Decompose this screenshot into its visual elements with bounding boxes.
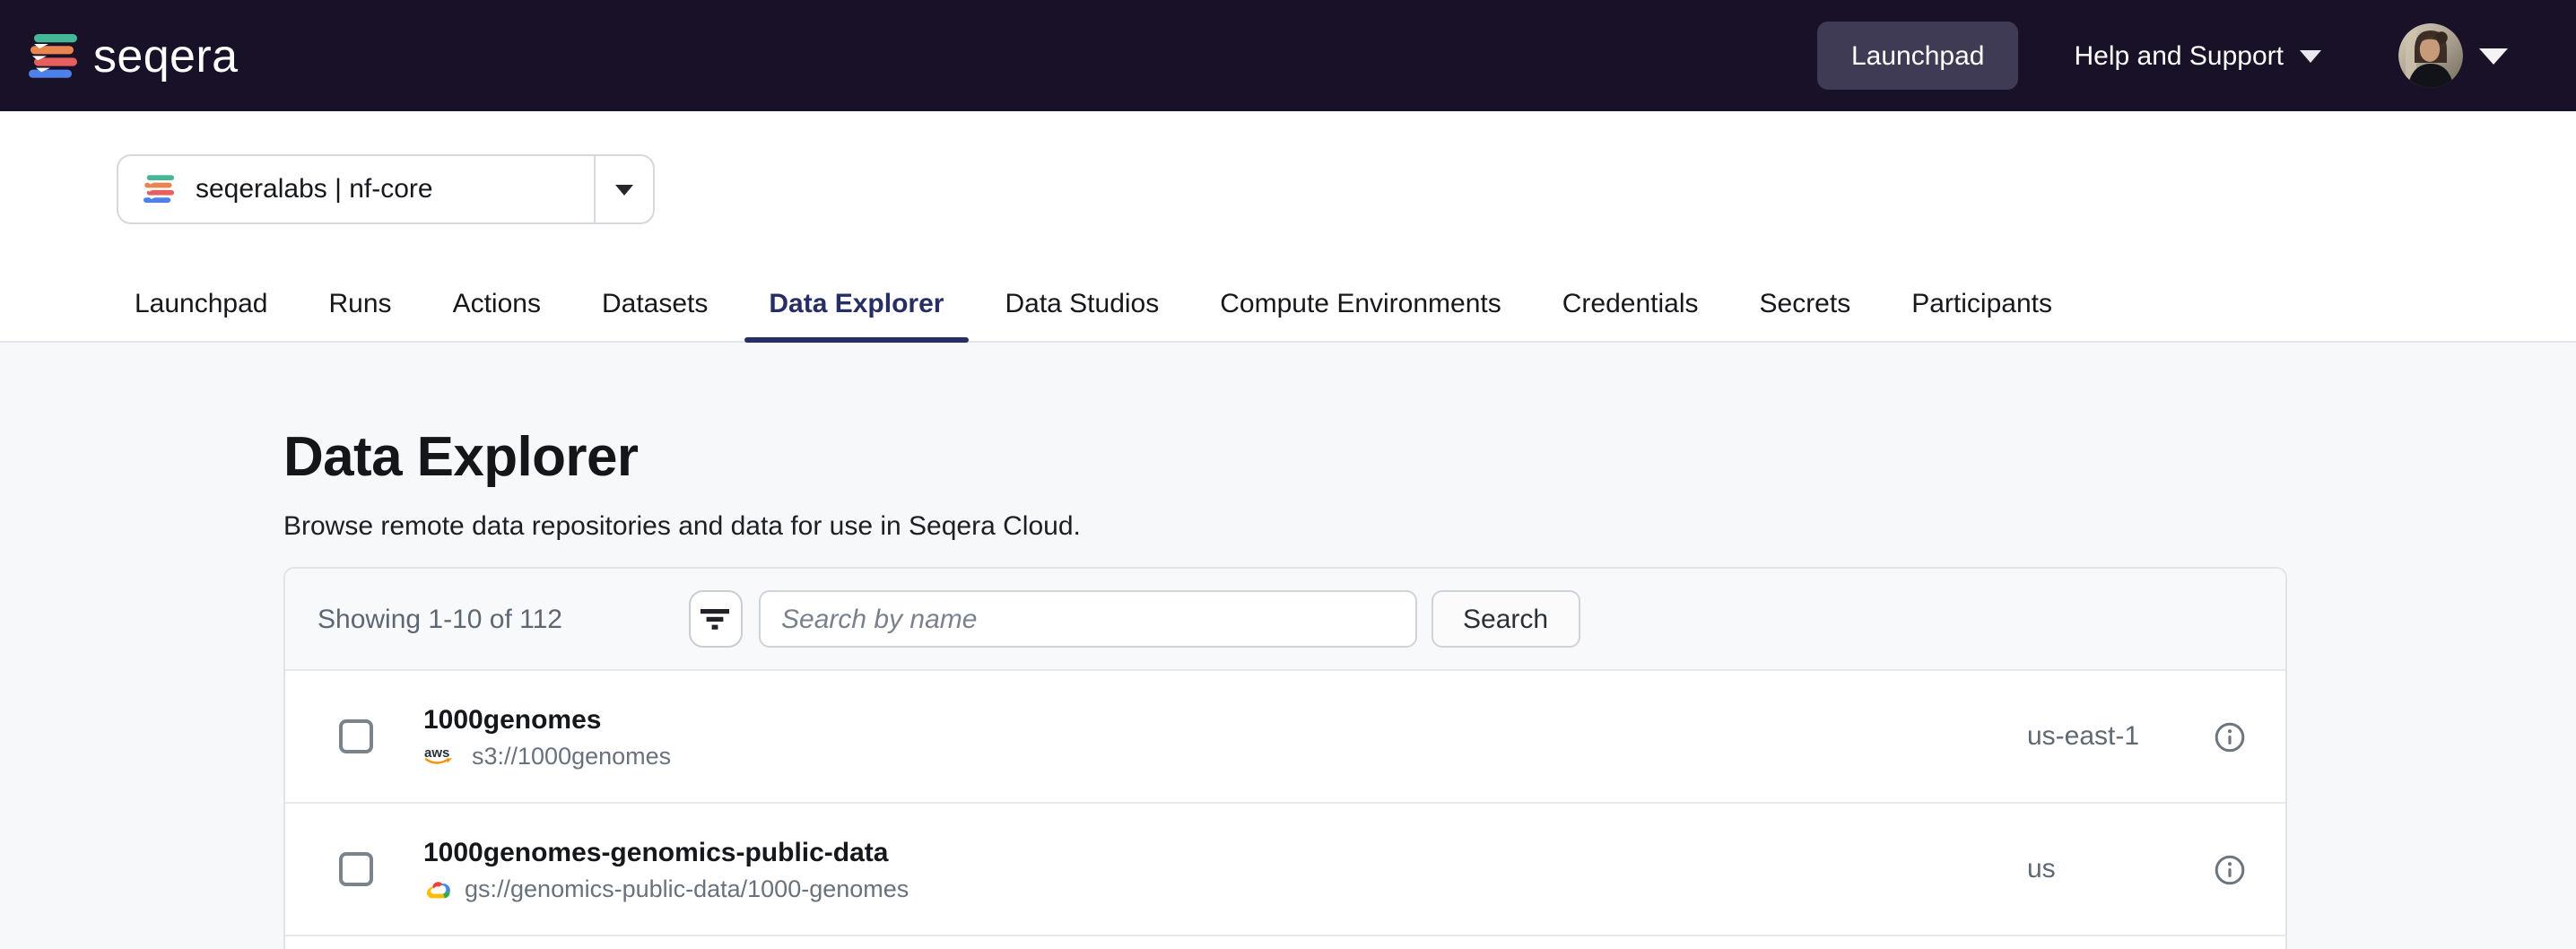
info-button[interactable] bbox=[2214, 853, 2246, 885]
workspace-icon bbox=[144, 172, 174, 206]
search-button[interactable]: Search bbox=[1431, 590, 1580, 648]
tab-secrets[interactable]: Secrets bbox=[1735, 266, 1876, 341]
top-navbar: seqera Launchpad Help and Support bbox=[0, 0, 2576, 111]
row-checkbox[interactable] bbox=[339, 852, 373, 886]
tab-participants[interactable]: Participants bbox=[1886, 266, 2077, 341]
tab-data-studios[interactable]: Data Studios bbox=[979, 266, 1184, 341]
region-label: us bbox=[2027, 854, 2214, 884]
launchpad-button[interactable]: Launchpad bbox=[1817, 22, 2019, 90]
workspace-tabs: Launchpad Runs Actions Datasets Data Exp… bbox=[109, 266, 2077, 341]
help-and-support-label: Help and Support bbox=[2075, 40, 2284, 71]
workspace-dropdown-button[interactable] bbox=[596, 184, 653, 195]
tab-launchpad[interactable]: Launchpad bbox=[109, 266, 293, 341]
bucket-path: aws gs://genomics-public-data/1000-genom… bbox=[423, 875, 2027, 901]
showing-count: Showing 1-10 of 112 bbox=[318, 604, 562, 634]
info-button[interactable] bbox=[2214, 720, 2246, 753]
table-rows: 1000genomes aws s3://1000genomes us-east… bbox=[285, 671, 2285, 936]
tab-data-explorer[interactable]: Data Explorer bbox=[744, 266, 969, 341]
tab-compute-environments[interactable]: Compute Environments bbox=[1195, 266, 1527, 341]
region-label: us-east-1 bbox=[2027, 721, 2214, 752]
navbar-right: Launchpad Help and Support bbox=[1817, 22, 2508, 90]
avatar[interactable] bbox=[2398, 23, 2463, 88]
tab-actions[interactable]: Actions bbox=[428, 266, 566, 341]
workspace-label: seqeralabs | nf-core bbox=[118, 172, 594, 206]
seqera-logo-text: seqera bbox=[93, 28, 238, 83]
data-explorer-table: Showing 1-10 of 112 Search 1000genomes a… bbox=[283, 567, 2287, 949]
tab-runs[interactable]: Runs bbox=[304, 266, 417, 341]
filter-icon bbox=[700, 606, 730, 631]
next-row-partial bbox=[285, 936, 2285, 949]
svg-text:aws: aws bbox=[424, 745, 449, 761]
app-root: seqera Launchpad Help and Support bbox=[0, 0, 2576, 949]
table-row[interactable]: 1000genomes aws s3://1000genomes us-east… bbox=[285, 671, 2285, 804]
chevron-down-icon bbox=[2300, 49, 2321, 62]
info-icon bbox=[2214, 720, 2246, 753]
main-content: Data Explorer Browse remote data reposit… bbox=[0, 343, 2576, 949]
chevron-down-icon bbox=[2479, 48, 2508, 64]
aws-icon: aws bbox=[423, 744, 459, 766]
page-subtitle: Browse remote data repositories and data… bbox=[283, 511, 2576, 542]
row-main: 1000genomes-genomics-public-data aws gs:… bbox=[423, 837, 2027, 901]
page-title: Data Explorer bbox=[283, 425, 2576, 490]
google-cloud-icon bbox=[423, 876, 452, 900]
workspace-selector[interactable]: seqeralabs | nf-core bbox=[117, 154, 655, 224]
workspace-name: seqeralabs | nf-core bbox=[196, 174, 433, 205]
info-icon bbox=[2214, 853, 2246, 885]
seqera-logo-icon bbox=[29, 33, 77, 78]
row-main: 1000genomes aws s3://1000genomes bbox=[423, 704, 2027, 769]
table-row[interactable]: 1000genomes-genomics-public-data aws gs:… bbox=[285, 804, 2285, 936]
filter-button[interactable] bbox=[688, 590, 742, 648]
table-toolbar: Showing 1-10 of 112 Search bbox=[285, 569, 2285, 671]
user-menu[interactable] bbox=[2398, 23, 2508, 88]
row-checkbox[interactable] bbox=[339, 719, 373, 753]
bucket-path: aws s3://1000genomes bbox=[423, 742, 2027, 769]
help-and-support-menu[interactable]: Help and Support bbox=[2075, 40, 2322, 71]
seqera-logo[interactable]: seqera bbox=[29, 28, 238, 83]
tab-credentials[interactable]: Credentials bbox=[1537, 266, 1724, 341]
chevron-down-icon bbox=[615, 184, 633, 195]
tab-datasets[interactable]: Datasets bbox=[577, 266, 733, 341]
subheader: seqeralabs | nf-core Launchpad Runs Acti… bbox=[0, 111, 2576, 343]
search-input[interactable] bbox=[758, 590, 1416, 648]
bucket-name: 1000genomes bbox=[423, 704, 2027, 735]
bucket-name: 1000genomes-genomics-public-data bbox=[423, 837, 2027, 867]
